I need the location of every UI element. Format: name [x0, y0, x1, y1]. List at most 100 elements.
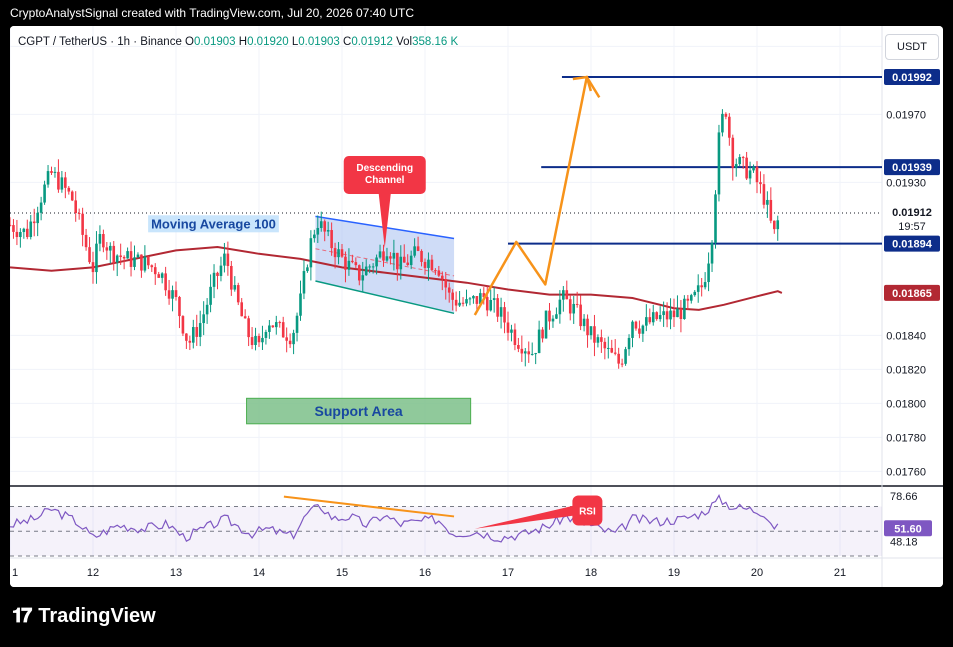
candle-body — [254, 335, 257, 346]
candle-body — [385, 256, 389, 261]
candle-body — [337, 249, 340, 258]
candle-body — [572, 303, 576, 314]
candle-body — [745, 157, 748, 179]
candle-body — [25, 228, 29, 238]
candle-body — [136, 254, 140, 258]
y-tick-label: 0.01820 — [886, 364, 926, 376]
candle-body — [506, 322, 510, 333]
candle-body — [440, 275, 444, 280]
candle-body — [153, 267, 157, 275]
candle-body — [319, 221, 323, 228]
candle-body — [212, 272, 216, 287]
candle-body — [562, 290, 565, 300]
candle-body — [157, 274, 161, 278]
candle-body — [271, 325, 275, 328]
candle-body — [510, 329, 513, 333]
candle-body — [430, 259, 434, 271]
candle-body — [382, 251, 385, 261]
candle-body — [575, 303, 579, 305]
candle-body — [613, 352, 617, 354]
candle-body — [12, 225, 15, 232]
candle-body — [129, 251, 133, 267]
candle-body — [257, 335, 261, 343]
candle-body — [22, 228, 26, 233]
candle-body — [389, 256, 392, 259]
candle-body — [548, 310, 551, 322]
candle-body — [268, 325, 271, 332]
candle-body — [306, 267, 309, 272]
price-label-text: 0.01939 — [892, 162, 932, 174]
candle-body — [683, 298, 686, 319]
candle-body — [517, 345, 520, 349]
chart-canvas[interactable]: Support Area Moving Average 100 Descending… — [10, 26, 943, 587]
candle-body — [766, 199, 769, 205]
candle-body — [499, 307, 503, 317]
candle-body — [513, 329, 517, 346]
candle-body — [326, 230, 330, 232]
x-tick-label: 20 — [751, 567, 763, 579]
candle-body — [710, 242, 714, 264]
candle-body — [133, 257, 136, 267]
candle-body — [330, 230, 333, 249]
candle-body — [593, 326, 596, 343]
y-tick-label: 0.01840 — [886, 330, 926, 342]
candle-body — [147, 256, 150, 266]
candle-body — [731, 137, 735, 168]
candle-body — [454, 299, 458, 306]
candle-body — [738, 157, 742, 165]
candle-body — [734, 164, 738, 168]
x-tick-label: 12 — [87, 567, 99, 579]
candle-body — [707, 263, 710, 283]
candle-body — [655, 312, 659, 320]
x-tick-label: 17 — [502, 567, 514, 579]
candle-body — [278, 322, 282, 324]
candle-body — [88, 247, 91, 263]
candle-body — [565, 290, 569, 300]
candle-body — [582, 318, 586, 327]
tradingview-logo-icon: 𝟏𝟕 — [12, 605, 32, 627]
candle-body — [247, 318, 250, 338]
candle-body — [679, 308, 683, 319]
candle-body — [313, 234, 316, 239]
candle-body — [555, 314, 558, 319]
candle-body — [91, 262, 95, 273]
tradingview-logo[interactable]: 𝟏𝟕 TradingView — [12, 605, 156, 628]
candle-body — [638, 328, 641, 334]
candle-body — [143, 256, 147, 271]
candle-body — [755, 166, 759, 183]
x-tick-label: 16 — [419, 567, 431, 579]
candle-body — [665, 311, 669, 320]
candle-body — [236, 285, 240, 303]
candle-body — [230, 265, 233, 290]
candle-body — [171, 290, 174, 299]
candle-body — [19, 232, 22, 238]
x-tick-label: 14 — [253, 567, 265, 579]
candle-body — [759, 182, 762, 185]
candle-body — [43, 184, 46, 203]
candle-body — [461, 302, 465, 304]
candle-body — [416, 246, 420, 251]
candle-body — [527, 351, 531, 355]
candle-body — [316, 227, 320, 235]
candle-body — [223, 253, 226, 266]
candle-body — [150, 265, 154, 268]
candle-body — [299, 293, 302, 316]
candle-body — [728, 116, 731, 138]
candle-body — [74, 200, 78, 213]
currency-button[interactable]: USDT — [885, 34, 939, 60]
candle-body — [568, 299, 572, 314]
candle-body — [465, 299, 468, 304]
candle-body — [357, 265, 361, 281]
candle-body — [57, 171, 60, 190]
candle-body — [700, 285, 703, 288]
candle-body — [606, 347, 610, 349]
candle-body — [693, 291, 697, 296]
candle-body — [36, 212, 39, 224]
candle-body — [250, 337, 254, 346]
candle-body — [589, 326, 593, 336]
candle-body — [617, 353, 620, 364]
candle-body — [769, 199, 773, 221]
candle-body — [375, 257, 378, 267]
candle-body — [102, 234, 105, 248]
candle-body — [347, 260, 351, 270]
